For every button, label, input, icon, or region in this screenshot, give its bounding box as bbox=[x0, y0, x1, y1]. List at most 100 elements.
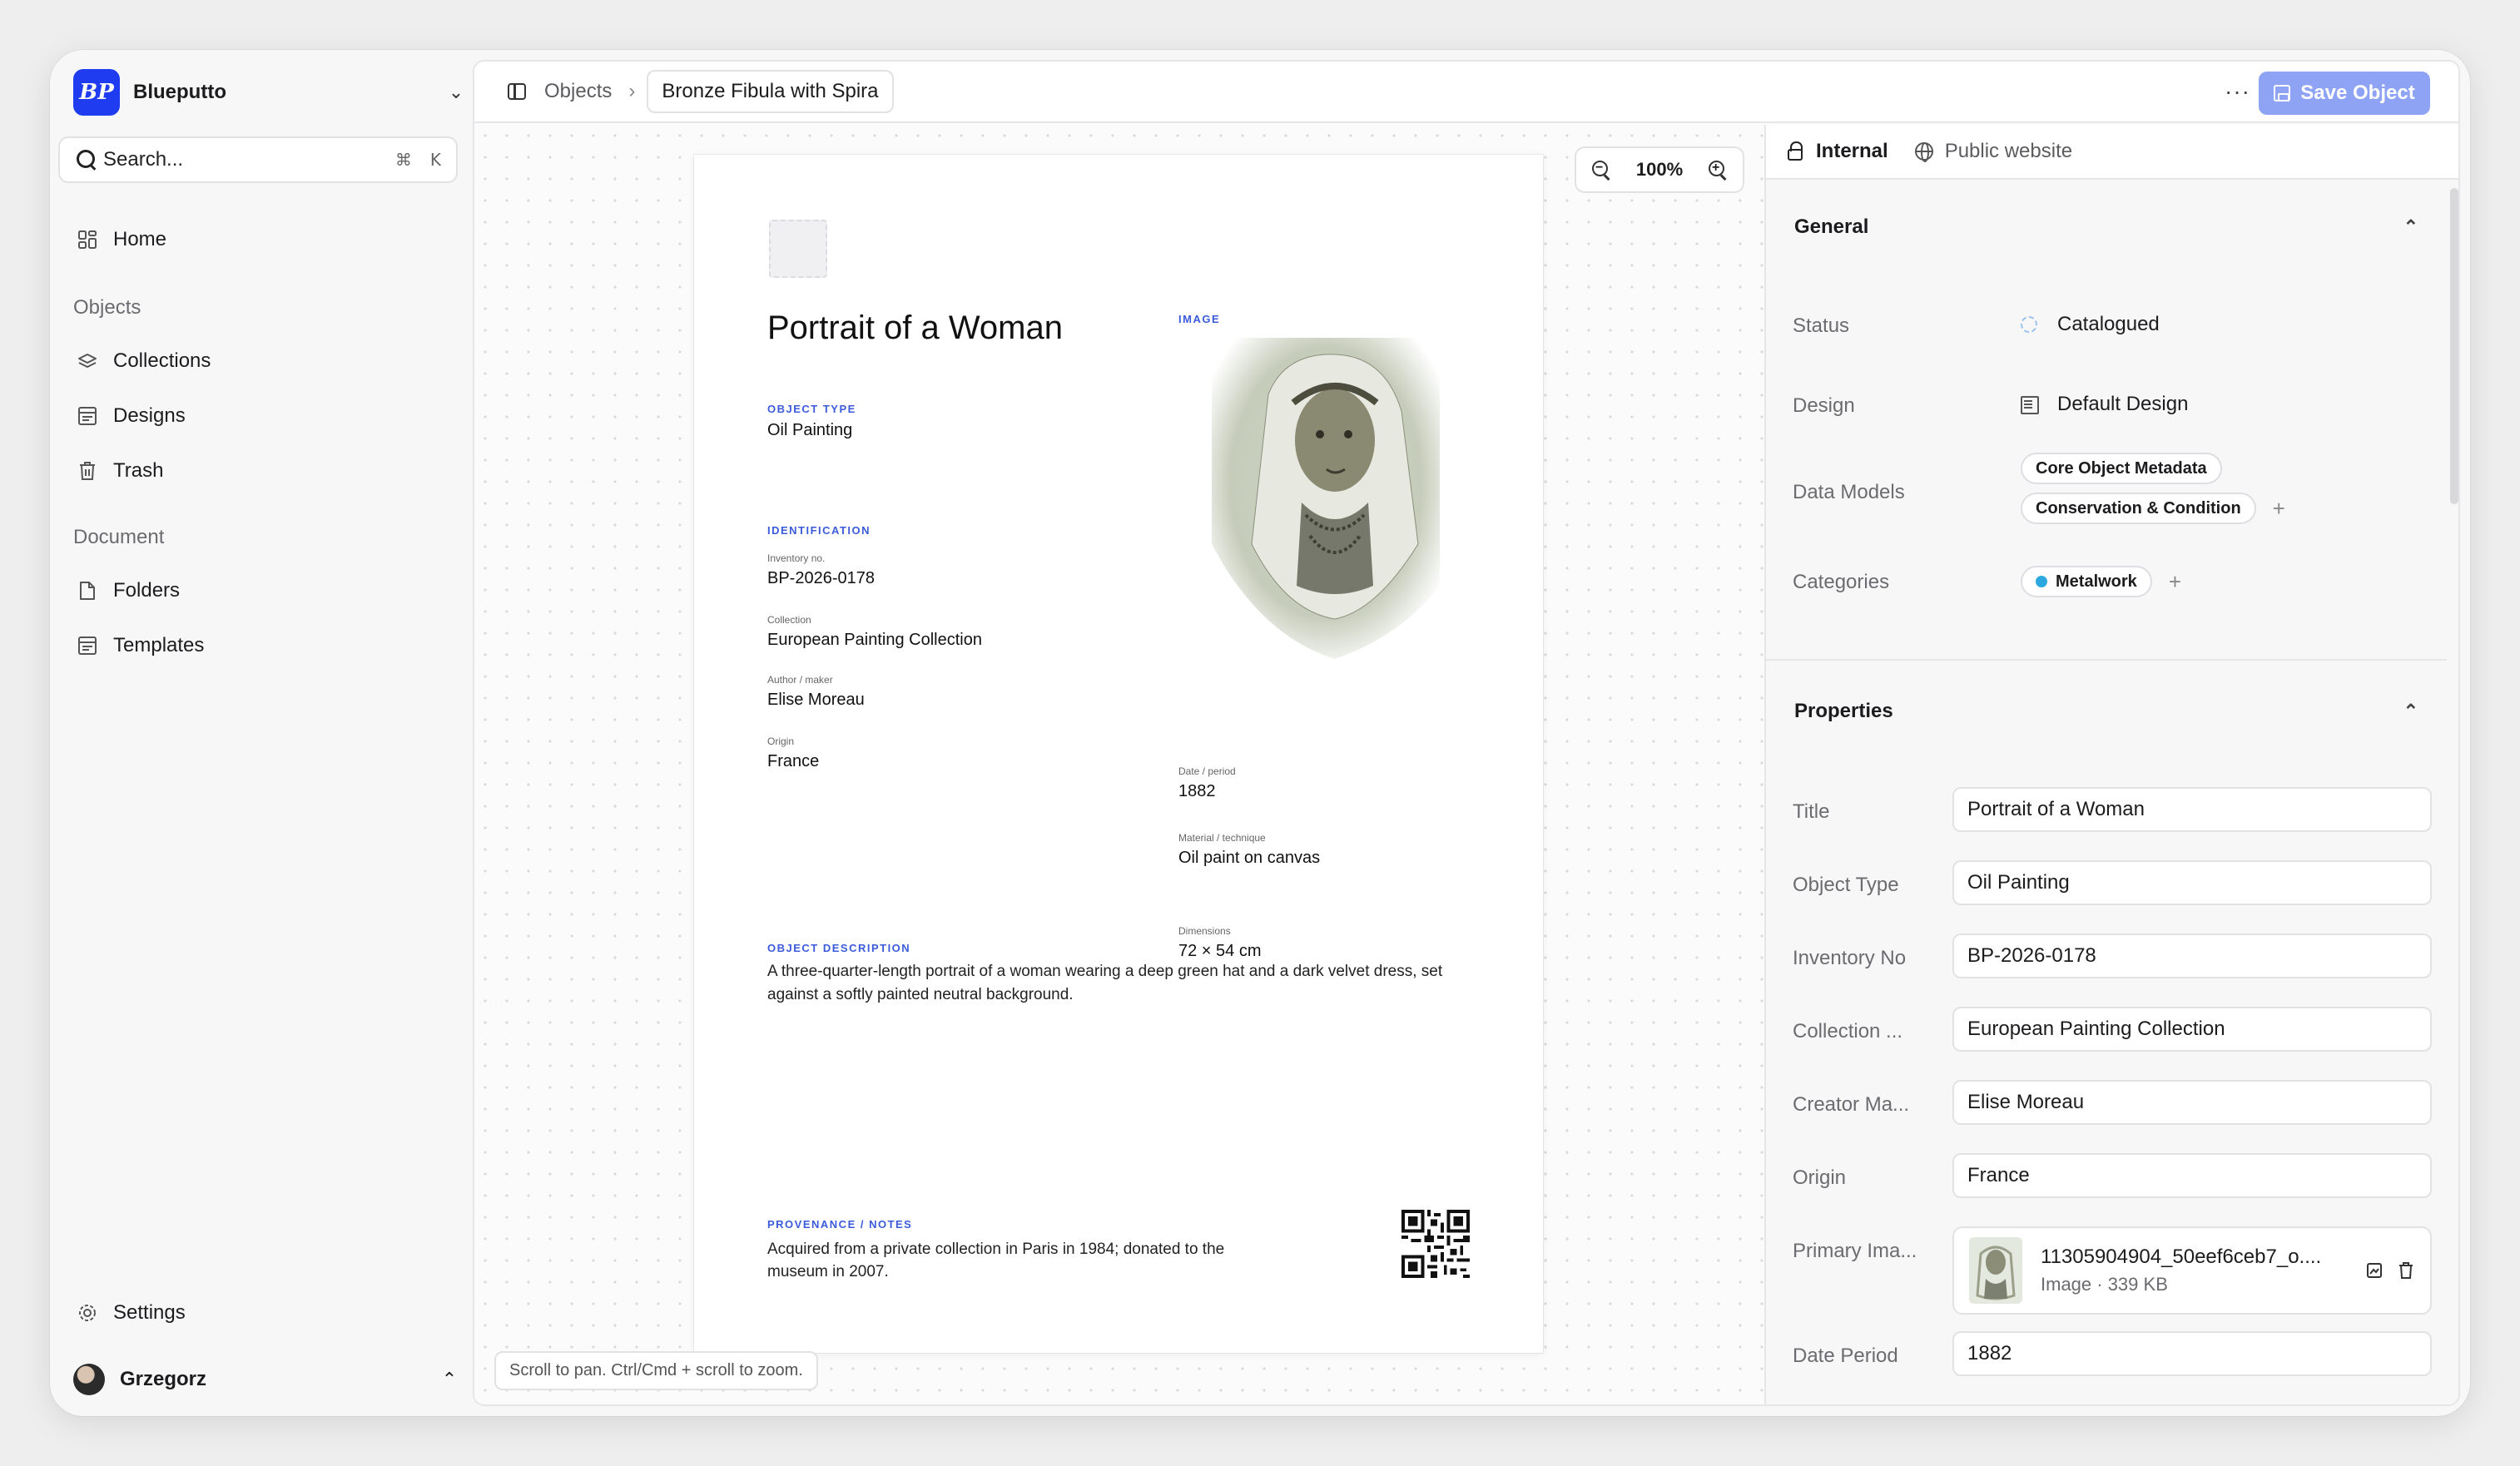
sidebar-item-label: Templates bbox=[113, 634, 205, 656]
object-type-label: Object Type bbox=[1793, 874, 1899, 896]
gear-icon bbox=[75, 1300, 100, 1325]
dimensions-label: Dimensions bbox=[1178, 925, 1231, 937]
material-value: Oil paint on canvas bbox=[1178, 849, 1321, 867]
design-canvas[interactable]: Portrait of a Woman OBJECT TYPE Oil Pain… bbox=[474, 125, 1764, 1404]
author-value: Elise Moreau bbox=[767, 691, 865, 709]
design-label: Design bbox=[1793, 394, 1855, 417]
collection-label: Collection bbox=[767, 614, 811, 626]
user-menu[interactable]: Grzegorz ⌃ bbox=[73, 1355, 466, 1404]
sidebar-item-label: Collections bbox=[113, 349, 211, 372]
properties-section: Properties ⌃ bbox=[1766, 666, 2447, 757]
image-meta: 11305904904_50eef6ceb7_o.... Image · 339… bbox=[2041, 1246, 2352, 1295]
chevron-up-icon[interactable]: ⌃ bbox=[2403, 701, 2418, 722]
add-category-icon[interactable]: + bbox=[2169, 569, 2181, 595]
creator-field[interactable]: Elise Moreau bbox=[1952, 1080, 2432, 1125]
delete-image-icon[interactable] bbox=[2397, 1261, 2415, 1280]
tab-public-website[interactable]: Public website bbox=[1913, 140, 2072, 163]
origin-field[interactable]: France bbox=[1952, 1153, 2432, 1198]
zoom-in-icon[interactable]: + bbox=[1708, 160, 1728, 180]
general-section: General ⌃ bbox=[1766, 181, 2447, 273]
document-page: Portrait of a Woman OBJECT TYPE Oil Pain… bbox=[694, 155, 1543, 1353]
image-thumbnail bbox=[1969, 1237, 2022, 1304]
general-heading: General bbox=[1794, 215, 1869, 238]
inspector-scrollbar[interactable] bbox=[2450, 188, 2458, 504]
sidebar-item-label: Settings bbox=[113, 1301, 186, 1324]
design-icon bbox=[75, 404, 100, 428]
tab-internal[interactable]: Internal bbox=[1784, 140, 1888, 163]
object-type-field[interactable]: Oil Painting bbox=[1952, 860, 2432, 905]
sidebar-item-trash[interactable]: Trash bbox=[67, 448, 458, 494]
layers-icon bbox=[75, 349, 100, 374]
origin-label: Origin bbox=[1793, 1166, 1847, 1189]
save-object-button[interactable]: Save Object bbox=[2259, 72, 2430, 115]
category-color-dot bbox=[2036, 576, 2047, 587]
logo-placeholder[interactable] bbox=[769, 220, 827, 278]
date-label: Date / period bbox=[1178, 765, 1236, 777]
date-value: 1882 bbox=[1178, 782, 1216, 800]
more-options-button[interactable]: ··· bbox=[2225, 78, 2250, 105]
lock-icon bbox=[1784, 141, 1806, 162]
sidebar-item-settings[interactable]: Settings bbox=[67, 1290, 458, 1336]
description-caption: OBJECT DESCRIPTION bbox=[767, 942, 911, 954]
search-input[interactable]: Search... ⌘ K bbox=[58, 136, 458, 183]
creator-label: Creator Ma... bbox=[1793, 1093, 1910, 1116]
breadcrumb-current[interactable]: Bronze Fibula with Spira bbox=[647, 70, 894, 113]
category-metalwork[interactable]: Metalwork bbox=[2021, 566, 2152, 597]
user-name: Grzegorz bbox=[120, 1368, 207, 1390]
inventory-no-field[interactable]: BP-2026-0178 bbox=[1952, 934, 2432, 978]
image-filename: 11305904904_50eef6ceb7_o.... bbox=[2041, 1246, 2322, 1268]
zoom-level: 100% bbox=[1635, 159, 1684, 180]
shortcut-key: K bbox=[429, 150, 441, 170]
sidebar-item-templates[interactable]: Templates bbox=[67, 622, 458, 669]
image-filesize: Image · 339 KB bbox=[2041, 1274, 2168, 1295]
chevron-up-icon[interactable]: ⌃ bbox=[2403, 216, 2418, 238]
avatar bbox=[73, 1364, 105, 1395]
dimensions-value: 72 × 54 cm bbox=[1178, 942, 1262, 960]
primary-image-field[interactable]: 11305904904_50eef6ceb7_o.... Image · 339… bbox=[1952, 1226, 2432, 1315]
description-text: A three-quarter-length portrait of a wom… bbox=[767, 963, 1443, 1003]
image-caption: IMAGE bbox=[1178, 313, 1221, 325]
workspace-logo: BP bbox=[73, 69, 120, 116]
sidebar: BP Blueputto ⌄ Search... ⌘ K Home Object… bbox=[50, 50, 473, 1416]
sidebar-item-designs[interactable]: Designs bbox=[67, 393, 458, 439]
zoom-out-icon[interactable]: − bbox=[1591, 160, 1611, 180]
identification-caption: IDENTIFICATION bbox=[767, 524, 871, 537]
sidebar-section-objects: Objects bbox=[73, 296, 141, 319]
status-icon bbox=[2021, 316, 2037, 333]
add-data-model-icon[interactable]: + bbox=[2273, 496, 2285, 522]
collection-field[interactable]: European Painting Collection bbox=[1952, 1007, 2432, 1052]
provenance-text: Acquired from a private collection in Pa… bbox=[767, 1241, 1225, 1280]
properties-header[interactable]: Properties ⌃ bbox=[1766, 666, 2447, 757]
status-value[interactable]: Catalogued bbox=[2021, 313, 2160, 336]
title-field[interactable]: Portrait of a Woman bbox=[1952, 787, 2432, 832]
chevron-up-icon: ⌃ bbox=[441, 1369, 458, 1389]
home-grid-icon bbox=[75, 227, 100, 252]
category-chip[interactable]: Metalwork + bbox=[2021, 566, 2181, 597]
workspace-switcher[interactable]: BP Blueputto ⌄ bbox=[73, 65, 473, 120]
data-model-chip-1[interactable]: Core Object Metadata bbox=[2021, 453, 2222, 484]
collection-value: European Painting Collection bbox=[767, 631, 982, 649]
sidebar-item-collections[interactable]: Collections bbox=[67, 338, 458, 384]
shortcut-cmd: ⌘ bbox=[394, 150, 412, 170]
replace-image-icon[interactable] bbox=[2365, 1261, 2384, 1280]
globe-icon bbox=[1913, 141, 1935, 162]
app-window: BP Blueputto ⌄ Search... ⌘ K Home Object… bbox=[50, 50, 2470, 1416]
category-text: Metalwork bbox=[2056, 572, 2137, 591]
data-model-chip: Conservation & Condition bbox=[2021, 493, 2256, 524]
sidebar-item-label: Folders bbox=[113, 579, 181, 602]
save-icon bbox=[2274, 85, 2291, 102]
workspace-name: Blueputto bbox=[133, 81, 226, 103]
sidebar-item-home[interactable]: Home bbox=[67, 216, 458, 263]
file-icon bbox=[75, 578, 100, 603]
breadcrumb-root[interactable]: Objects bbox=[544, 80, 612, 103]
design-value[interactable]: Default Design bbox=[2021, 393, 2188, 416]
design-text: Default Design bbox=[2057, 393, 2189, 415]
canvas-hint: Scroll to pan. Ctrl/Cmd + scroll to zoom… bbox=[494, 1351, 818, 1390]
inventory-label: Inventory no. bbox=[767, 552, 826, 564]
sidebar-item-folders[interactable]: Folders bbox=[67, 567, 458, 614]
inspector-tabs: Internal Public website bbox=[1766, 125, 2458, 180]
date-period-field[interactable]: 1882 bbox=[1952, 1331, 2432, 1376]
data-model-chip-2[interactable]: Conservation & Condition + bbox=[2021, 493, 2285, 524]
sidebar-toggle-icon[interactable] bbox=[508, 83, 526, 100]
general-header[interactable]: General ⌃ bbox=[1766, 181, 2447, 273]
